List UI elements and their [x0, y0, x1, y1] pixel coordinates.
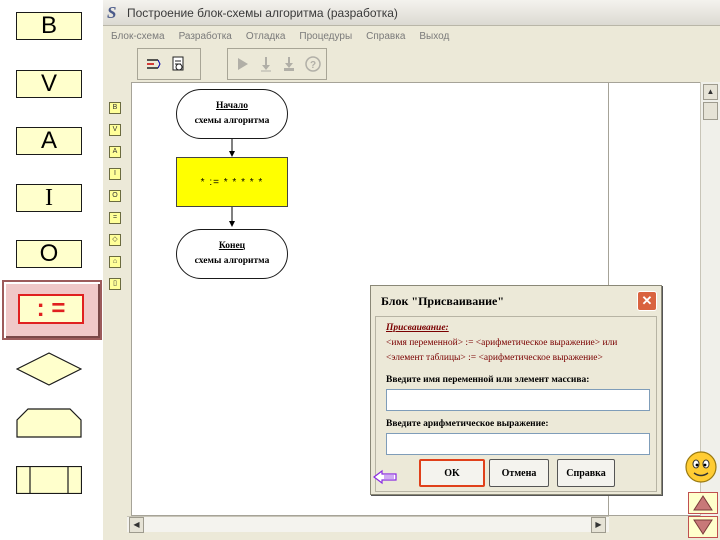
step-over-icon	[284, 57, 295, 71]
menu-item-flowchart[interactable]: Блок-схема	[111, 31, 165, 42]
help-icon: ?	[305, 56, 321, 72]
menu-item-procedures[interactable]: Процедуры	[299, 31, 352, 42]
expr-field-label: Введите арифметическое выражение:	[386, 419, 549, 429]
palette-assign-button[interactable]: A	[16, 127, 82, 155]
mini-input-button[interactable]: B	[109, 102, 121, 114]
smiley-face-icon	[685, 451, 717, 483]
palette-init-button[interactable]: I	[16, 184, 82, 212]
run-button[interactable]	[232, 53, 253, 75]
mini-loop-button[interactable]: ⌂	[109, 256, 121, 268]
print-preview-button[interactable]	[167, 53, 189, 75]
flowchart-assignment-block[interactable]: * := * * * * *	[176, 157, 288, 207]
title-bar: S Построение блок-схемы алгоритма (разра…	[103, 0, 720, 26]
arrow-up-icon	[693, 495, 713, 511]
block-mini-toolbar: B V A I O = ◇ ⌂ ▯	[107, 96, 124, 296]
horizontal-scrollbar[interactable]: ◀ ▶	[127, 516, 609, 533]
menu-item-help[interactable]: Справка	[366, 31, 405, 42]
expression-input[interactable]	[386, 433, 650, 455]
var-field-label: Введите имя переменной или элемент масси…	[386, 375, 590, 385]
start-subtitle: схемы алгоритма	[194, 116, 270, 126]
flowchart-end-block[interactable]: Конец схемы алгоритма	[176, 229, 288, 279]
print-preview-icon	[172, 56, 184, 71]
mini-assign-button[interactable]: A	[109, 146, 121, 158]
close-icon: ✕	[641, 293, 653, 308]
hand-pointer-icon	[373, 469, 397, 485]
dialog-close-button[interactable]: ✕	[637, 291, 657, 311]
window-title: Построение блок-схемы алгоритма (разрабо…	[127, 5, 398, 20]
mini-condition-button[interactable]: ◇	[109, 234, 121, 246]
ok-button[interactable]: OK	[419, 459, 485, 487]
end-subtitle: схемы алгоритма	[194, 256, 270, 266]
nav-down-button[interactable]	[688, 516, 718, 538]
assignment-block-text: * := * * * * *	[200, 176, 264, 188]
help-button[interactable]: ?	[303, 53, 324, 75]
scroll-up-button[interactable]: ▲	[703, 84, 718, 100]
flowchart-start-block[interactable]: Начало схемы алгоритма	[176, 89, 288, 139]
menu-item-exit[interactable]: Выход	[419, 31, 449, 42]
dialog-heading: Присваивание:	[386, 323, 449, 333]
scroll-right-button[interactable]: ▶	[591, 517, 606, 533]
nav-up-button[interactable]	[688, 492, 718, 514]
palette-assign-label: A	[40, 127, 57, 154]
scroll-thumb[interactable]	[703, 102, 718, 120]
palette-assignment-label: : =	[36, 295, 66, 322]
mini-subroutine-button[interactable]: ▯	[109, 278, 121, 290]
subroutine-shape-icon	[16, 466, 82, 494]
mini-init-button[interactable]: I	[109, 168, 121, 180]
dialog-rule-1: <имя переменной> := <арифметическое выра…	[386, 338, 618, 348]
scroll-left-button[interactable]: ◀	[129, 517, 144, 533]
loop-shape-icon	[16, 408, 82, 438]
step-into-button[interactable]	[256, 53, 277, 75]
mini-end-button[interactable]: O	[109, 190, 121, 202]
palette-init-label: I	[45, 185, 53, 211]
variable-input[interactable]	[386, 389, 650, 411]
mini-output-button[interactable]: V	[109, 124, 121, 136]
palette-loop-button[interactable]	[16, 408, 82, 438]
help-dialog-button[interactable]: Справка	[557, 459, 615, 487]
palette-assignment-button[interactable]: : =	[18, 294, 84, 324]
palette-condition-button[interactable]	[16, 352, 82, 386]
play-icon	[238, 58, 249, 70]
toolbar-edit-group	[137, 48, 201, 80]
dialog-title: Блок "Присваивание"	[381, 293, 505, 308]
svg-text:?: ?	[310, 60, 316, 71]
palette-output-button[interactable]: V	[16, 70, 82, 98]
structure-button[interactable]	[142, 53, 164, 75]
palette-end-label: O	[39, 240, 59, 267]
end-title: Конец	[218, 241, 246, 251]
toolbar: ?	[103, 46, 720, 82]
assignment-dialog: Блок "Присваивание" ✕ Присваивание: <имя…	[370, 285, 662, 495]
diamond-shape-icon	[16, 352, 82, 386]
step-into-icon	[260, 57, 271, 72]
palette-input-button[interactable]: B	[16, 12, 82, 40]
step-over-button[interactable]	[279, 53, 300, 75]
palette-end-button[interactable]: O	[16, 240, 82, 268]
arrow-down-icon	[229, 221, 235, 227]
palette-output-label: V	[40, 70, 57, 97]
mini-assignment-button[interactable]: =	[109, 212, 121, 224]
dialog-title-bar: Блок "Присваивание" ✕	[371, 286, 661, 316]
start-title: Начало	[215, 101, 249, 111]
app-icon: S	[107, 2, 117, 22]
menu-bar: Блок-схема Разработка Отладка Процедуры …	[103, 26, 720, 46]
arrow-down-icon	[693, 519, 713, 535]
menu-item-develop[interactable]: Разработка	[179, 31, 232, 42]
cancel-button[interactable]: Отмена	[489, 459, 549, 487]
toolbar-run-group: ?	[227, 48, 327, 80]
dialog-rule-2: <элемент таблицы> := <арифметическое выр…	[386, 353, 603, 363]
palette-subroutine-button[interactable]	[16, 466, 82, 494]
menu-item-debug[interactable]: Отладка	[246, 31, 286, 42]
structure-icon	[147, 59, 161, 69]
palette-input-label: B	[40, 12, 57, 39]
